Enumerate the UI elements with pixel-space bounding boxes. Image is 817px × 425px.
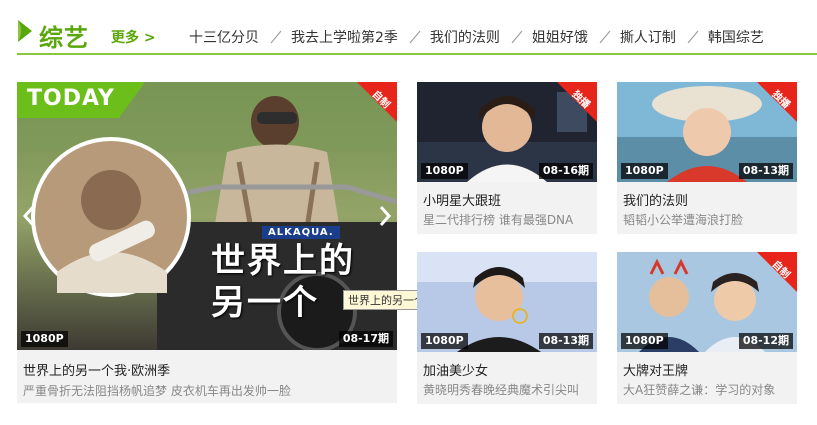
slash-icon (599, 30, 611, 44)
today-label: TODAY (27, 86, 115, 111)
featured-caption-line1: 世界上的 (211, 241, 355, 281)
video-thumbnail[interactable]: 独播 1080P 08-13期 (617, 82, 797, 182)
section-header: 综艺 更多 > 十三亿分贝 我去上学啦第2季 我们的法则 姐姐好饿 撕人订制 韩… (17, 12, 817, 56)
nav-link-jiejie-haoe[interactable]: 姐姐好饿 (532, 27, 588, 47)
video-card[interactable]: 1080P 08-13期 加油美少女 黄晓明秀春晚经典魔术引尖叫 (417, 252, 597, 404)
slash-icon (409, 30, 421, 44)
episode-badge: 08-16期 (538, 163, 593, 179)
nav-link-woqushangxue[interactable]: 我去上学啦第2季 (291, 27, 398, 47)
exclusive-corner-badge: 独播 (757, 82, 797, 122)
video-title[interactable]: 小明星大跟班 (423, 190, 501, 209)
slash-icon (511, 30, 523, 44)
video-card[interactable]: 独播 1080P 08-16期 小明星大跟班 星二代排行榜 谁有最强DNA (417, 82, 597, 234)
video-card[interactable]: 独播 1080P 08-13期 我们的法则 韬韬小公举遭海浪打脸 (617, 82, 797, 234)
video-description[interactable]: 韬韬小公举遭海浪打脸 (623, 211, 743, 228)
featured-caption-line2: 另一个 (211, 283, 319, 323)
chevron-right-icon[interactable] (377, 204, 393, 228)
resolution-badge: 1080P (421, 333, 468, 349)
slash-icon (270, 30, 282, 44)
resolution-badge: 1080P (621, 163, 668, 179)
video-description[interactable]: 黄晓明秀春晚经典魔术引尖叫 (423, 381, 579, 398)
nav-link-siren-dingzhi[interactable]: 撕人订制 (620, 27, 676, 47)
video-thumbnail[interactable]: 自制 1080P 08-12期 (617, 252, 797, 352)
episode-badge: 08-12期 (738, 333, 793, 349)
chevron-left-icon[interactable] (21, 204, 37, 228)
video-title[interactable]: 我们的法则 (623, 190, 688, 209)
episode-badge: 08-17期 (338, 331, 393, 347)
resolution-badge: 1080P (621, 333, 668, 349)
header-divider (17, 53, 817, 55)
featured-thumbnail[interactable]: TODAY 自制 ALKAQUA. 世界上的 另一个 1080P 08-17期 (17, 82, 397, 350)
brand-logo: ALKAQUA. (262, 226, 340, 239)
sub-nav: 十三亿分贝 我去上学啦第2季 我们的法则 姐姐好饿 撕人订制 韩国综艺 (189, 27, 764, 47)
video-title[interactable]: 加油美少女 (423, 360, 488, 379)
slash-icon (687, 30, 699, 44)
exclusive-corner-badge: 独播 (557, 82, 597, 122)
more-link[interactable]: 更多 > (111, 27, 156, 47)
section-title: 综艺 (39, 24, 89, 52)
video-thumbnail[interactable]: 独播 1080P 08-16期 (417, 82, 597, 182)
leaf-icon (18, 20, 32, 42)
nav-link-hanguo-zongyi[interactable]: 韩国综艺 (708, 27, 764, 47)
video-card[interactable]: 自制 1080P 08-12期 大牌对王牌 大A狂赞薛之谦：学习的对象 (617, 252, 797, 404)
nav-link-shisanyi[interactable]: 十三亿分贝 (189, 27, 259, 47)
video-thumbnail[interactable]: 1080P 08-13期 (417, 252, 597, 352)
featured-description[interactable]: 严重骨折无法阻挡杨帆追梦 皮衣机车再出发帅一脸 (23, 382, 291, 399)
video-description[interactable]: 大A狂赞薛之谦：学习的对象 (623, 381, 775, 398)
video-description[interactable]: 星二代排行榜 谁有最强DNA (423, 211, 573, 228)
exclusive-corner-badge: 自制 (757, 252, 797, 292)
featured-title[interactable]: 世界上的另一个我·欧洲季 (23, 360, 170, 379)
video-title[interactable]: 大牌对王牌 (623, 360, 688, 379)
exclusive-corner-badge: 自制 (357, 82, 397, 122)
resolution-badge: 1080P (421, 163, 468, 179)
featured-caption: 世界上的 另一个 (211, 240, 355, 324)
episode-badge: 08-13期 (538, 333, 593, 349)
nav-link-women-de-faze[interactable]: 我们的法则 (430, 27, 500, 47)
featured-card[interactable]: TODAY 自制 ALKAQUA. 世界上的 另一个 1080P 08-17期 … (17, 82, 397, 403)
resolution-badge: 1080P (21, 331, 68, 347)
episode-badge: 08-13期 (738, 163, 793, 179)
